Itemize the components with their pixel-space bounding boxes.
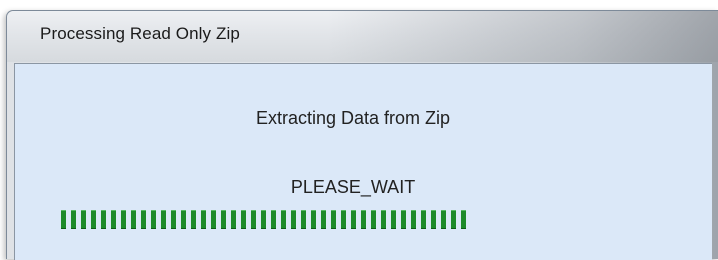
progress-segment [441, 210, 446, 229]
progress-segment [101, 210, 106, 229]
progress-segment [191, 210, 196, 229]
progress-segment [131, 210, 136, 229]
progress-segment [371, 210, 376, 229]
progress-segment [421, 210, 426, 229]
progress-segment [141, 210, 146, 229]
progress-segment [81, 210, 86, 229]
progress-segment [171, 210, 176, 229]
dialog-title: Processing Read Only Zip [40, 24, 240, 43]
progress-segment [271, 210, 276, 229]
progress-segment [451, 210, 456, 229]
progress-segment [231, 210, 236, 229]
progress-segment [211, 210, 216, 229]
progress-segment [261, 210, 266, 229]
progress-segment [381, 210, 386, 229]
progress-segment [151, 210, 156, 229]
progress-segment [341, 210, 346, 229]
progress-segment [461, 210, 466, 229]
progress-segment [301, 210, 306, 229]
progress-segment [361, 210, 366, 229]
progress-segment [251, 210, 256, 229]
progress-segment [391, 210, 396, 229]
progress-segment [281, 210, 286, 229]
progress-segment [121, 210, 126, 229]
progress-segment [321, 210, 326, 229]
progress-bar [61, 210, 601, 229]
progress-segment [161, 210, 166, 229]
progress-segment [331, 210, 336, 229]
progress-segment [411, 210, 416, 229]
progress-segment [201, 210, 206, 229]
progress-segment [311, 210, 316, 229]
progress-segment [431, 210, 436, 229]
title-bar[interactable]: Processing Read Only Zip [7, 11, 718, 62]
progress-segment [71, 210, 76, 229]
progress-segment [401, 210, 406, 229]
extracting-message: Extracting Data from Zip [255, 108, 451, 128]
progress-segment [291, 210, 296, 229]
progress-segment [111, 210, 116, 229]
progress-segment [241, 210, 246, 229]
dialog-body: Extracting Data from Zip PLEASE_WAIT [14, 63, 712, 260]
progress-segment [181, 210, 186, 229]
progress-segment [91, 210, 96, 229]
progress-segment [351, 210, 356, 229]
processing-dialog: Processing Read Only Zip Extracting Data… [6, 10, 718, 260]
progress-segment [221, 210, 226, 229]
please-wait-label: PLEASE_WAIT [290, 177, 416, 197]
progress-segment [61, 210, 66, 229]
